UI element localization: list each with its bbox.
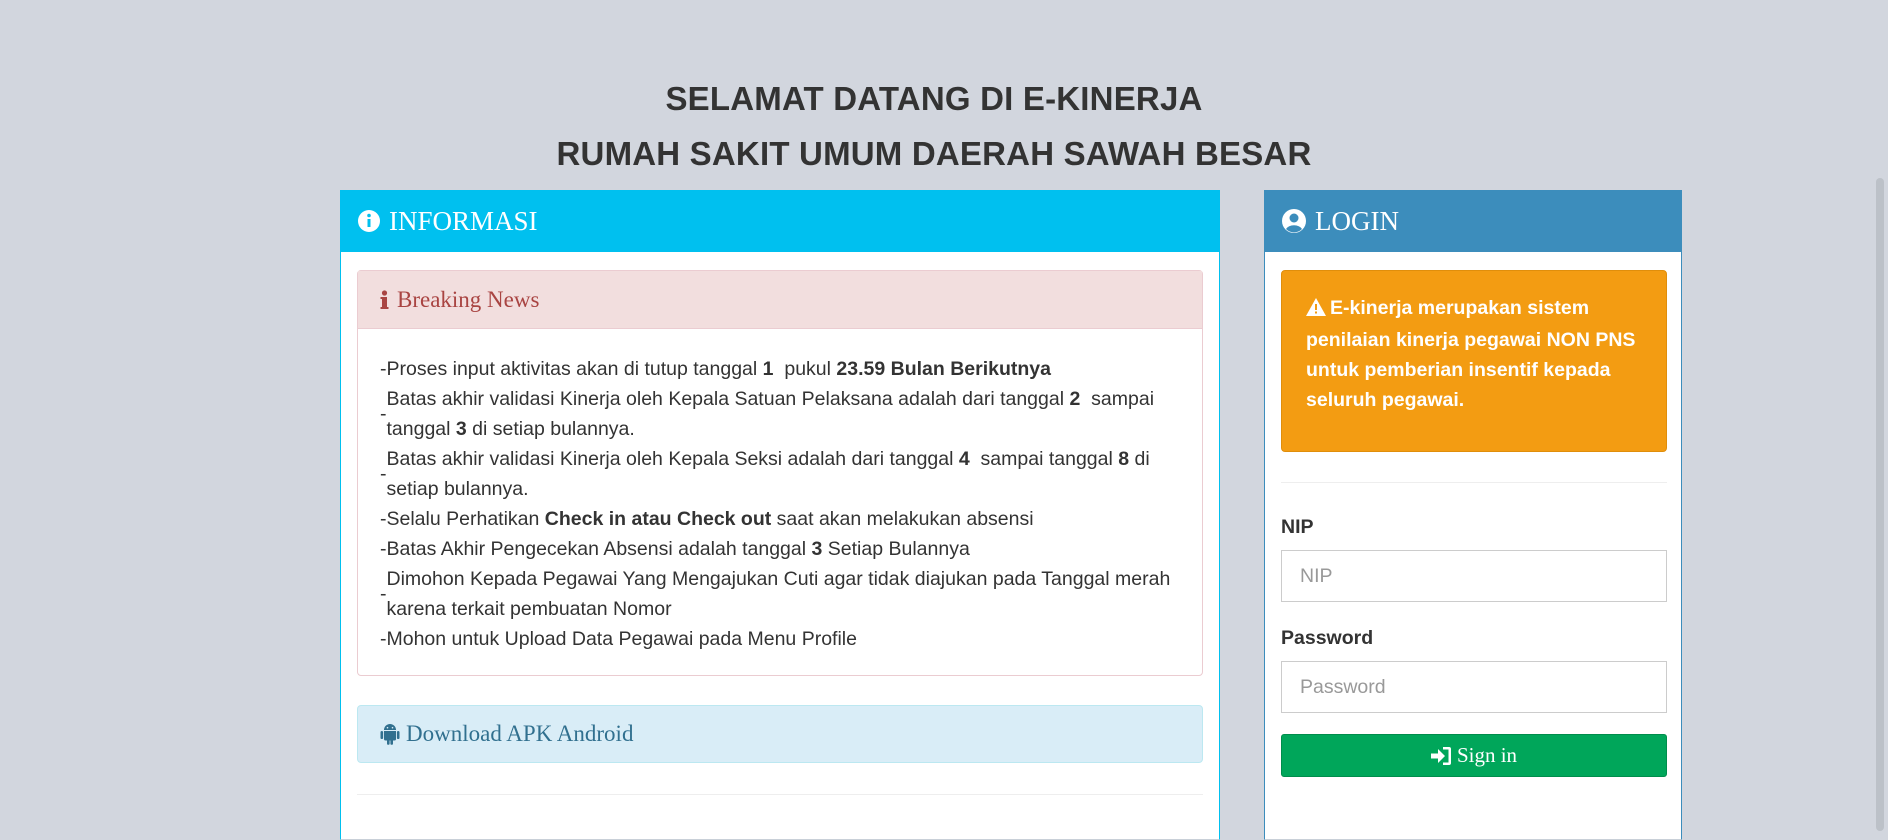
news-item-emphasis: 23.59 Bulan Berikutnya xyxy=(836,358,1051,380)
news-item-segment: Dimohon Kepada Pegawai Yang Mengajukan C… xyxy=(386,568,1176,620)
news-item-text: Dimohon Kepada Pegawai Yang Mengajukan C… xyxy=(387,564,1181,624)
news-item-emphasis: 3 xyxy=(455,418,467,440)
news-item-segment: Batas akhir validasi Kinerja oleh Kepala… xyxy=(386,388,1070,410)
news-item-text: Proses input aktivitas akan di tutup tan… xyxy=(387,354,1181,384)
news-item: - Batas akhir validasi Kinerja oleh Kepal… xyxy=(380,384,1180,444)
login-panel-header: LOGIN xyxy=(1265,190,1681,252)
news-item-emphasis: Check in atau Check out xyxy=(544,508,772,530)
breaking-news-panel: Breaking News - Proses input aktivitas ak… xyxy=(357,270,1203,676)
android-icon xyxy=(380,723,400,745)
news-item: - Mohon untuk Upload Data Pegawai pada Me… xyxy=(380,624,1180,654)
news-item: - Batas Akhir Pengecekan Absensi adalah t… xyxy=(380,534,1180,564)
info-panel: INFORMASI Breaking News - Proses input ak… xyxy=(340,190,1220,840)
news-item-emphasis: 4 xyxy=(958,448,970,470)
download-apk-link[interactable]: Download APK Android xyxy=(357,705,1203,763)
news-item-emphasis: 2 xyxy=(1069,388,1081,410)
password-input[interactable] xyxy=(1281,661,1667,713)
news-item: - Proses input aktivitas akan di tutup ta… xyxy=(380,354,1180,384)
sign-in-label: Sign in xyxy=(1456,743,1518,767)
news-item-text: Batas Akhir Pengecekan Absensi adalah ta… xyxy=(387,534,1181,564)
page-scrollbar[interactable] xyxy=(1868,0,1888,831)
download-apk-label: Download APK Android xyxy=(406,721,634,746)
news-item-segment: Proses input aktivitas akan di tutup tan… xyxy=(386,358,763,380)
breaking-news-title: Breaking News xyxy=(397,286,540,312)
password-label: Password xyxy=(1281,627,1374,649)
news-item-emphasis: 3 xyxy=(811,538,823,560)
login-panel: LOGIN E-kinerja merupakan sistem penilai… xyxy=(1264,190,1682,840)
news-item: - Selalu Perhatikan Check in atau Check o… xyxy=(380,504,1180,534)
news-item-segment: saat akan melakukan absensi xyxy=(771,508,1034,530)
news-item-text: Batas akhir validasi Kinerja oleh Kepala… xyxy=(387,444,1181,504)
info-panel-header: INFORMASI xyxy=(341,190,1219,252)
warning-icon xyxy=(1306,295,1326,325)
news-item-emphasis: 1 xyxy=(762,358,774,380)
news-item-segment: Setiap Bulannya xyxy=(822,538,970,560)
page-subtitle: RUMAH SAKIT UMUM DAERAH SAWAH BESAR xyxy=(556,135,1312,172)
divider xyxy=(1281,482,1667,483)
news-item-text: Batas akhir validasi Kinerja oleh Kepala… xyxy=(387,384,1181,444)
news-item-emphasis: 8 xyxy=(1118,448,1130,470)
news-item-segment: Mohon untuk Upload Data Pegawai pada Men… xyxy=(386,628,857,650)
news-item: - Batas akhir validasi Kinerja oleh Kepal… xyxy=(380,444,1180,504)
login-panel-title: LOGIN xyxy=(1315,205,1399,236)
user-circle-icon xyxy=(1281,208,1307,234)
sign-in-button[interactable]: Sign in xyxy=(1281,734,1667,777)
news-item-text: Selalu Perhatikan Check in atau Check ou… xyxy=(387,504,1181,534)
sign-in-icon xyxy=(1430,746,1451,765)
news-item-segment: Selalu Perhatikan xyxy=(386,508,545,530)
scrollbar-thumb[interactable] xyxy=(1876,178,1884,831)
warning-alert-text: E-kinerja merupakan sistem penilaian kin… xyxy=(1306,297,1636,411)
warning-alert: E-kinerja merupakan sistem penilaian kin… xyxy=(1281,270,1667,452)
news-item-segment: Batas akhir validasi Kinerja oleh Kepala… xyxy=(386,448,959,470)
nip-input[interactable] xyxy=(1281,550,1667,602)
info-circle-icon xyxy=(357,209,381,233)
page-title: SELAMAT DATANG DI E-KINERJA xyxy=(665,80,1203,117)
news-item-text: Mohon untuk Upload Data Pegawai pada Men… xyxy=(387,624,1181,654)
breaking-news-header: Breaking News xyxy=(358,271,1202,329)
news-item-segment: sampai tanggal xyxy=(969,448,1119,470)
news-item-segment: Batas Akhir Pengecekan Absensi adalah ta… xyxy=(386,538,812,560)
nip-label: NIP xyxy=(1281,516,1314,538)
news-item: - Dimohon Kepada Pegawai Yang Mengajukan … xyxy=(380,564,1180,624)
news-item-segment: di setiap bulannya. xyxy=(466,418,635,440)
info-panel-title: INFORMASI xyxy=(389,205,538,236)
info-icon xyxy=(380,289,389,310)
divider xyxy=(357,794,1203,795)
breaking-news-list: - Proses input aktivitas akan di tutup ta… xyxy=(358,329,1202,654)
news-item-segment: pukul xyxy=(773,358,837,380)
